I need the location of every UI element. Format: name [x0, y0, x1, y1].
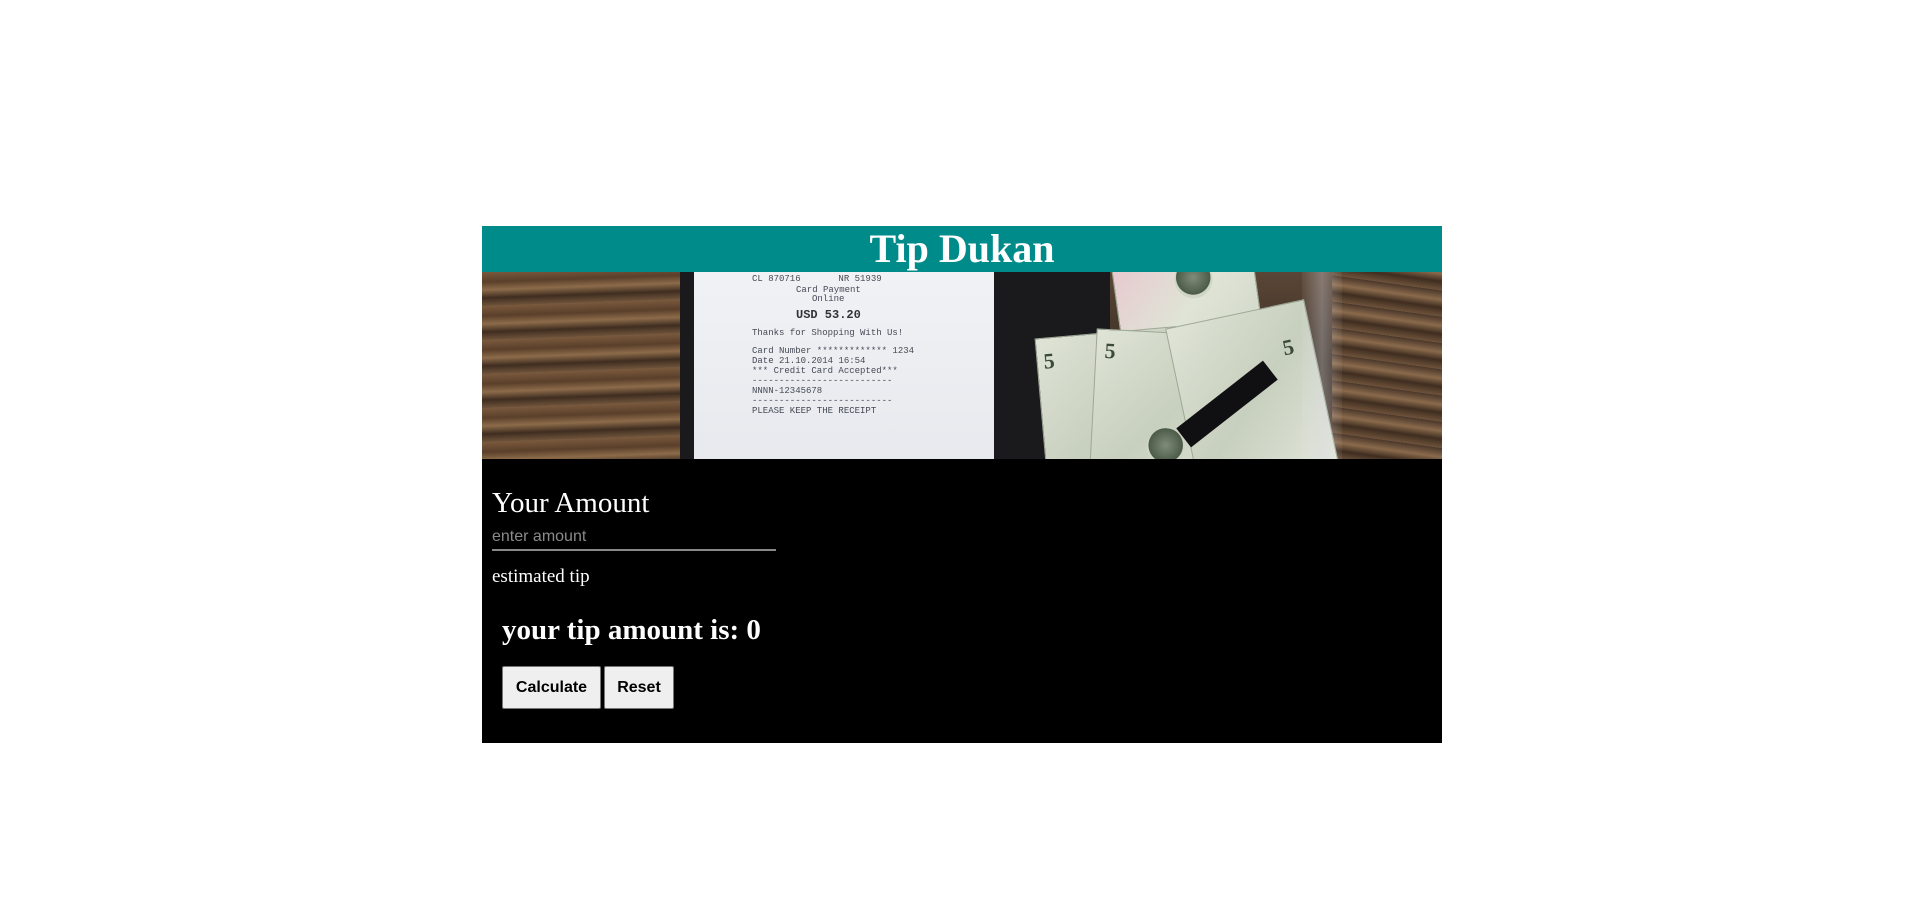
- tip-result-value: 0: [746, 614, 761, 646]
- app-title: Tip Dukan: [869, 226, 1055, 271]
- glass-reflection: [1302, 272, 1342, 459]
- receipt-line: --------------------------: [752, 396, 893, 406]
- bill-number: 5: [1042, 347, 1056, 374]
- bill-number: 5: [1280, 333, 1297, 361]
- estimated-tip-label: estimated tip: [492, 566, 590, 587]
- banner-image: CL 870716 NR 51939 Card Payment Online U…: [482, 272, 1442, 459]
- receipt-line: PLEASE KEEP THE RECEIPT: [752, 406, 877, 416]
- receipt-line: Card Number ************* 1234: [752, 346, 915, 356]
- amount-input[interactable]: [492, 525, 776, 551]
- wood-texture-left: [482, 272, 682, 459]
- wood-texture-right: [1332, 272, 1442, 459]
- receipt-line: Date 21.10.2014 16:54: [752, 356, 866, 366]
- tip-result: your tip amount is: 0: [502, 614, 761, 647]
- bill-portrait: [1172, 272, 1215, 301]
- amount-title: Your Amount: [492, 487, 650, 519]
- app-header: Tip Dukan: [482, 226, 1442, 272]
- receipt-line: *** Credit Card Accepted***: [752, 366, 898, 376]
- receipt-line: Online: [812, 294, 845, 304]
- receipt-line: CL 870716 NR 51939: [752, 274, 882, 284]
- receipt-line: --------------------------: [752, 376, 893, 386]
- tip-calculator-card: Tip Dukan CL 870716 NR 51939 Card Paymen…: [482, 226, 1442, 743]
- bill-number: 5: [1103, 337, 1117, 364]
- tip-result-label: your tip amount is:: [502, 614, 740, 646]
- calculate-button[interactable]: Calculate: [502, 666, 601, 709]
- receipt-total: USD 53.20: [796, 308, 861, 322]
- receipt-line: Thanks for Shopping With Us!: [752, 328, 904, 338]
- reset-button[interactable]: Reset: [604, 666, 674, 709]
- receipt: CL 870716 NR 51939 Card Payment Online U…: [694, 272, 994, 459]
- receipt-line: NNNN-12345678: [752, 386, 823, 396]
